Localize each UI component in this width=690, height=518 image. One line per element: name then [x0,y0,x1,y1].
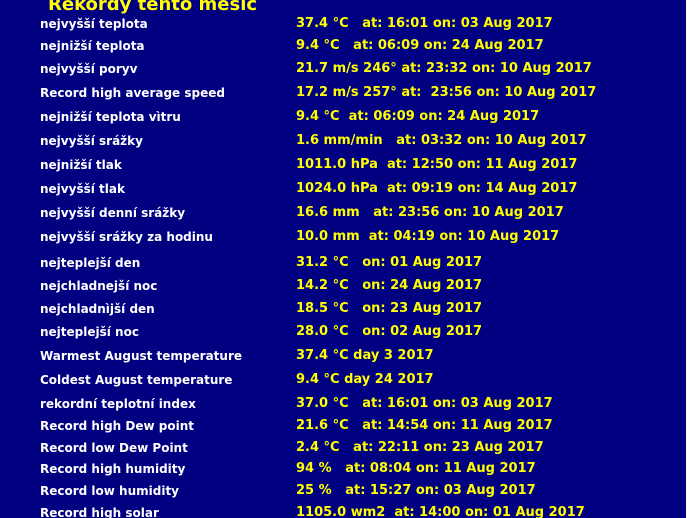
record-label: nejchladnìjší den [40,302,155,316]
record-value: 16.6 mm at: 23:56 on: 10 Aug 2017 [296,205,564,220]
record-value: 28.0 °C on: 02 Aug 2017 [296,324,483,339]
record-row-low-temp: nejnižší teplota 9.4 °C at: 06:09 on: 24… [0,37,686,55]
record-label: Record high solar [40,506,159,518]
record-row-high-rain-rate: nejvyšší srážky 1.6 mm/min at: 03:32 on:… [0,132,686,150]
record-label: nejnižší tlak [40,158,122,172]
record-row-high-solar: Record high solar 1105.0 wm2 at: 14:00 o… [0,504,686,518]
record-value: 21.6 °C at: 14:54 on: 11 Aug 2017 [296,418,553,433]
record-row-high-dew-point: Record high Dew point 21.6 °C at: 14:54 … [0,417,686,435]
record-value: 37.0 °C at: 16:01 on: 03 Aug 2017 [296,396,553,411]
record-value: 9.4 °C day 24 2017 [296,372,434,387]
record-label: nejvyšší teplota [40,17,148,31]
record-value: 1105.0 wm2 at: 14:00 on: 01 Aug 2017 [296,505,585,518]
record-value: 2.4 °C at: 22:11 on: 23 Aug 2017 [296,440,544,455]
record-label: nejnižší teplota vìtru [40,110,181,124]
record-value: 18.5 °C on: 23 Aug 2017 [296,301,483,316]
page-title: Rekordy tento měsíc [48,0,258,15]
record-row-warmest-day: nejteplejší den 31.2 °C on: 01 Aug 2017 [0,254,686,272]
record-label: nejteplejší den [40,256,141,270]
record-value: 9.4 °C at: 06:09 on: 24 Aug 2017 [296,38,544,53]
record-label: nejchladnejší noc [40,279,158,293]
record-row-high-pressure: nejvyšší tlak 1024.0 hPa at: 09:19 on: 1… [0,180,686,198]
record-row-coldest-day: nejchladnìjší den 18.5 °C on: 23 Aug 201… [0,300,686,318]
record-label: Record high humidity [40,462,186,476]
record-label: nejvyšší srážky za hodinu [40,230,213,244]
record-label: Warmest August temperature [40,349,243,363]
record-row-low-dew-point: Record low Dew Point 2.4 °C at: 22:11 on… [0,439,686,457]
record-row-heat-index: rekordní teplotní index 37.0 °C at: 16:0… [0,395,686,413]
record-label: nejnižší teplota [40,39,145,53]
record-label: nejvyšší srážky [40,134,143,148]
record-row-high-temp: nejvyšší teplota 37.4 °C at: 16:01 on: 0… [0,15,686,33]
record-label: Coldest August temperature [40,373,233,387]
record-label: Record high average speed [40,86,225,100]
record-value: 1024.0 hPa at: 09:19 on: 14 Aug 2017 [296,181,578,196]
record-row-high-avg-speed: Record high average speed 17.2 m/s 257° … [0,84,686,102]
record-label: Record low humidity [40,484,180,498]
record-row-high-humidity: Record high humidity 94 % at: 08:04 on: … [0,460,686,478]
record-row-high-gust: nejvyšší poryv 21.7 m/s 246° at: 23:32 o… [0,60,686,78]
record-value: 17.2 m/s 257° at: 23:56 on: 10 Aug 2017 [296,85,597,100]
record-value: 94 % at: 08:04 on: 11 Aug 2017 [296,461,536,476]
record-label: rekordní teplotní index [40,397,196,411]
record-value: 25 % at: 15:27 on: 03 Aug 2017 [296,483,536,498]
record-row-low-windchill: nejnižší teplota vìtru 9.4 °C at: 06:09 … [0,108,686,126]
record-label: nejvyšší tlak [40,182,125,196]
record-row-low-pressure: nejnižší tlak 1011.0 hPa at: 12:50 on: 1… [0,156,686,174]
records-panel: Rekordy tento měsíc nejvyšší teplota 37.… [0,0,686,518]
record-value: 14.2 °C on: 24 Aug 2017 [296,278,483,293]
record-row-warmest-night: nejteplejší noc 28.0 °C on: 02 Aug 2017 [0,323,686,341]
record-row-high-daily-rain: nejvyšší denní srážky 16.6 mm at: 23:56 … [0,204,686,222]
record-label: nejvyšší denní srážky [40,206,186,220]
record-label: nejteplejší noc [40,325,139,339]
record-row-coldest-night: nejchladnejší noc 14.2 °C on: 24 Aug 201… [0,277,686,295]
record-value: 10.0 mm at: 04:19 on: 10 Aug 2017 [296,229,560,244]
record-value: 1011.0 hPa at: 12:50 on: 11 Aug 2017 [296,157,578,172]
record-row-coldest-august: Coldest August temperature 9.4 °C day 24… [0,371,686,389]
record-value: 37.4 °C at: 16:01 on: 03 Aug 2017 [296,16,553,31]
record-row-high-hourly-rain: nejvyšší srážky za hodinu 10.0 mm at: 04… [0,228,686,246]
record-label: Record high Dew point [40,419,194,433]
record-value: 21.7 m/s 246° at: 23:32 on: 10 Aug 2017 [296,61,592,76]
record-value: 31.2 °C on: 01 Aug 2017 [296,255,483,270]
record-label: nejvyšší poryv [40,62,138,76]
record-label: Record low Dew Point [40,441,188,455]
record-value: 1.6 mm/min at: 03:32 on: 10 Aug 2017 [296,133,587,148]
record-value: 37.4 °C day 3 2017 [296,348,434,363]
record-row-low-humidity: Record low humidity 25 % at: 15:27 on: 0… [0,482,686,500]
record-row-warmest-august: Warmest August temperature 37.4 °C day 3… [0,347,686,365]
record-value: 9.4 °C at: 06:09 on: 24 Aug 2017 [296,109,540,124]
